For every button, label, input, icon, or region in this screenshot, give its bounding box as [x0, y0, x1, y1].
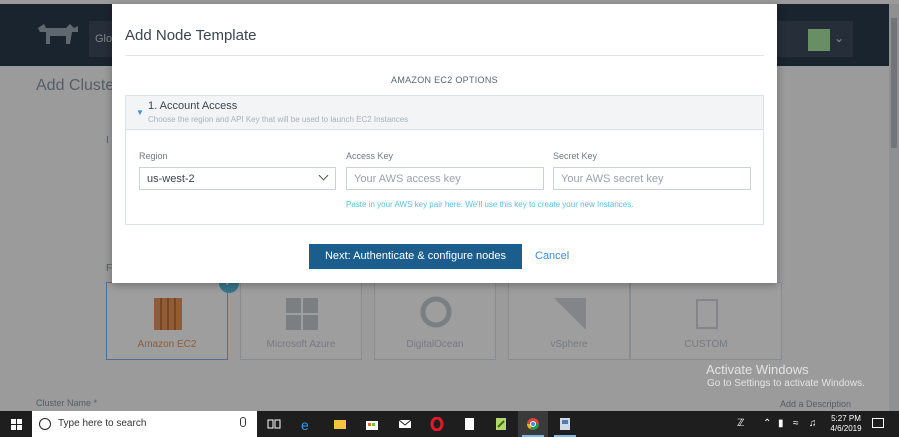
activate-windows-subtitle: Go to Settings to activate Windows.: [707, 378, 865, 389]
taskbar-search[interactable]: Type here to search: [32, 411, 257, 437]
clock-time: 5:27 PM: [831, 414, 861, 423]
svg-text:e: e: [301, 417, 309, 431]
clock-date: 4/6/2019: [830, 424, 862, 433]
account-access-description: Choose the region and API Key that will …: [148, 115, 409, 124]
key-help-text: Paste in your AWS key pair here. We'll u…: [346, 200, 634, 209]
chevron-up-icon[interactable]: ⌃: [763, 418, 771, 429]
region-select[interactable]: us-west-2: [139, 167, 336, 190]
next-button[interactable]: Next: Authenticate & configure nodes: [309, 244, 522, 269]
opera-icon[interactable]: [422, 411, 452, 437]
notification-icon[interactable]: [872, 418, 884, 428]
clock[interactable]: 5:27 PM 4/6/2019: [826, 414, 866, 434]
edge-icon[interactable]: e: [292, 411, 322, 437]
search-placeholder: Type here to search: [58, 418, 147, 429]
region-value: us-west-2: [147, 173, 195, 185]
secret-key-input[interactable]: Your AWS secret key: [553, 167, 751, 190]
access-key-label: Access Key: [346, 151, 394, 161]
chevron-down-icon: [318, 170, 329, 181]
app-window-icon[interactable]: [550, 411, 580, 437]
wifi-icon[interactable]: ≈: [793, 418, 799, 429]
task-view-icon[interactable]: [259, 411, 289, 437]
access-key-input[interactable]: Your AWS access key: [346, 167, 544, 190]
cortana-icon: [39, 418, 51, 430]
file-explorer-icon[interactable]: [325, 411, 355, 437]
section-label: AMAZON EC2 OPTIONS: [391, 75, 498, 85]
people-icon[interactable]: ℤ: [737, 418, 744, 429]
account-access-panel: ▼ 1. Account Access Choose the region an…: [125, 95, 764, 225]
region-label: Region: [139, 151, 168, 161]
chrome-icon[interactable]: [518, 411, 548, 437]
account-access-header[interactable]: ▼ 1. Account Access Choose the region an…: [126, 96, 763, 130]
windows-start-icon[interactable]: [0, 411, 32, 437]
mail-icon[interactable]: [390, 411, 420, 437]
notepad-icon[interactable]: [454, 411, 484, 437]
account-access-title: 1. Account Access: [148, 100, 238, 112]
secret-key-label: Secret Key: [553, 151, 598, 161]
cancel-link[interactable]: Cancel: [535, 250, 569, 262]
microphone-icon[interactable]: [240, 417, 246, 427]
activate-windows-title: Activate Windows: [706, 362, 809, 377]
store-icon[interactable]: [357, 411, 387, 437]
dialog-title: Add Node Template: [125, 27, 257, 44]
add-node-template-dialog: Add Node Template AMAZON EC2 OPTIONS ▼ 1…: [112, 4, 777, 283]
battery-icon[interactable]: ▮: [778, 418, 784, 429]
notepad-plus-icon[interactable]: [486, 411, 516, 437]
taskbar: Type here to search e ℤ ⌃ ▮ ≈ ♫ 5:27 PM …: [0, 411, 899, 437]
volume-icon[interactable]: ♫: [809, 418, 817, 429]
divider: [125, 55, 764, 56]
caret-down-icon[interactable]: ▼: [136, 108, 144, 117]
